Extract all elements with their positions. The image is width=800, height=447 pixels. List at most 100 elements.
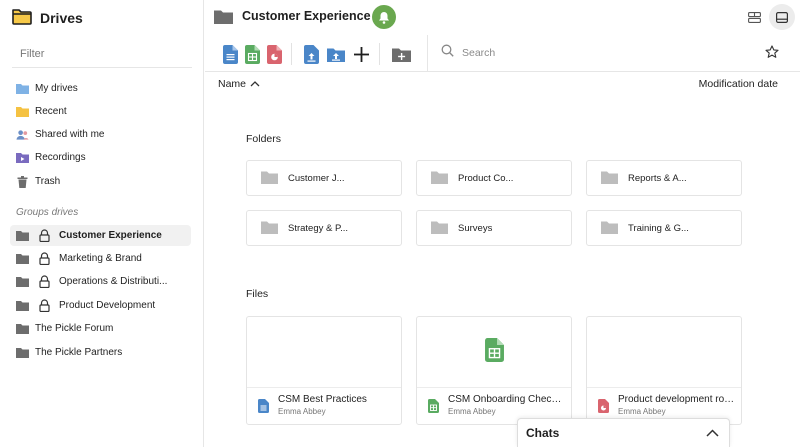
add-button[interactable] [352, 44, 370, 64]
new-folder-icon [391, 48, 411, 62]
sort-by-date-button[interactable]: Modification date [699, 78, 778, 90]
lock-icon [39, 275, 51, 289]
folder-icon [16, 275, 29, 288]
column-name-label: Name [218, 78, 247, 90]
page-title: Customer Experience [242, 9, 371, 23]
drives-logo-icon [12, 7, 32, 30]
sidebar-item-recent[interactable]: Recent [10, 101, 191, 122]
panel-icon [776, 11, 788, 23]
presentation-icon [598, 399, 609, 418]
star-icon [765, 45, 779, 58]
folder-name: Training & G... [628, 222, 689, 234]
app-title: Drives [40, 10, 83, 26]
sidebar-item-recordings[interactable]: Recordings [10, 147, 191, 168]
layout-icon [747, 11, 761, 23]
folder-icon [214, 9, 233, 29]
sidebar-group-label: The Pickle Forum [35, 323, 114, 334]
sidebar-group-product-development[interactable]: Product Development [10, 295, 191, 316]
toolbar-divider [291, 43, 292, 65]
document-icon [222, 44, 238, 64]
file-card[interactable]: Product development roadmap Emma Abbey [586, 316, 742, 425]
sidebar-group-pickle-partners[interactable]: The Pickle Partners [10, 342, 191, 363]
chevron-up-icon [250, 78, 260, 90]
sidebar-group-label: Customer Experience [59, 230, 162, 241]
folder-card[interactable]: Strategy & P... [246, 210, 402, 246]
search-icon [441, 44, 454, 62]
file-card[interactable]: CSM Best Practices Emma Abbey [246, 316, 402, 425]
sidebar-group-marketing-brand[interactable]: Marketing & Brand [10, 248, 191, 269]
upload-file-button[interactable] [302, 44, 320, 64]
file-owner: Emma Abbey [448, 407, 496, 416]
bell-icon [379, 11, 389, 24]
file-card[interactable]: CSM Onboarding Checklist Emma Abbey [416, 316, 572, 425]
files-section-title: Files [246, 288, 269, 300]
star-button[interactable] [765, 45, 779, 64]
file-info: CSM Best Practices Emma Abbey [247, 388, 401, 424]
file-name: CSM Best Practices [278, 394, 367, 405]
filter-input[interactable]: Filter [12, 44, 192, 68]
sidebar-group-label: The Pickle Partners [35, 347, 123, 358]
new-spreadsheet-button[interactable] [243, 44, 261, 64]
folder-icon [261, 170, 278, 187]
new-presentation-button[interactable] [265, 44, 283, 64]
folder-name: Reports & A... [628, 172, 687, 184]
toolbar [205, 35, 800, 72]
folder-icon [261, 220, 278, 237]
new-folder-button[interactable] [391, 44, 411, 64]
sidebar-group-operations[interactable]: Operations & Distributi... [10, 271, 191, 292]
folder-card[interactable]: Customer J... [246, 160, 402, 196]
sidebar-item-label: Trash [35, 176, 61, 187]
sidebar-item-label: Recent [35, 106, 67, 117]
panel-toggle-button[interactable] [769, 4, 795, 30]
folder-name: Surveys [458, 222, 493, 234]
sidebar-group-customer-experience[interactable]: Customer Experience [10, 225, 191, 246]
sidebar: Drives Filter My drives Recent Shared wi… [0, 0, 204, 447]
people-icon [16, 128, 29, 141]
upload-file-icon [303, 44, 319, 64]
sidebar-group-label: Product Development [59, 300, 156, 311]
sidebar-item-shared[interactable]: Shared with me [10, 124, 191, 145]
folder-card[interactable]: Product Co... [416, 160, 572, 196]
folder-card[interactable]: Training & G... [586, 210, 742, 246]
search-box[interactable] [441, 44, 761, 62]
sidebar-item-my-drives[interactable]: My drives [10, 78, 191, 99]
file-preview [587, 317, 741, 388]
file-owner: Emma Abbey [618, 407, 666, 416]
file-preview [417, 317, 571, 388]
plus-icon [353, 46, 369, 62]
sidebar-group-pickle-forum[interactable]: The Pickle Forum [10, 318, 191, 339]
notification-bell-button[interactable] [372, 5, 396, 29]
spreadsheet-icon [484, 337, 504, 367]
header: Customer Experience [205, 0, 800, 34]
search-input[interactable] [462, 47, 722, 59]
folder-icon [16, 322, 29, 335]
presentation-icon [266, 44, 282, 64]
layout-toggle-button[interactable] [745, 8, 763, 26]
sort-by-name-button[interactable]: Name [218, 78, 260, 90]
file-name: CSM Onboarding Checklist [448, 394, 566, 405]
spreadsheet-icon [428, 399, 439, 418]
folder-card[interactable]: Reports & A... [586, 160, 742, 196]
lock-icon [39, 252, 51, 266]
folder-name: Customer J... [288, 172, 345, 184]
toolbar-divider [427, 35, 428, 72]
sidebar-item-trash[interactable]: Trash [10, 171, 191, 192]
sidebar-item-label: Shared with me [35, 129, 105, 140]
sidebar-item-label: My drives [35, 83, 78, 94]
sidebar-group-label: Operations & Distributi... [59, 276, 168, 287]
upload-folder-button[interactable] [326, 44, 346, 64]
sidebar-item-label: Recordings [35, 152, 86, 163]
file-owner: Emma Abbey [278, 407, 326, 416]
new-document-button[interactable] [221, 44, 239, 64]
lock-icon [39, 299, 51, 313]
folder-yellow-icon [16, 105, 29, 118]
chats-panel-toggle[interactable]: Chats [517, 418, 730, 447]
folder-card[interactable]: Surveys [416, 210, 572, 246]
brand[interactable]: Drives [12, 7, 83, 29]
chevron-up-icon [706, 424, 719, 442]
lock-icon [39, 229, 51, 243]
folders-section-title: Folders [246, 133, 282, 145]
toolbar-divider [379, 43, 380, 65]
folder-icon [16, 229, 29, 242]
upload-folder-icon [327, 48, 345, 62]
